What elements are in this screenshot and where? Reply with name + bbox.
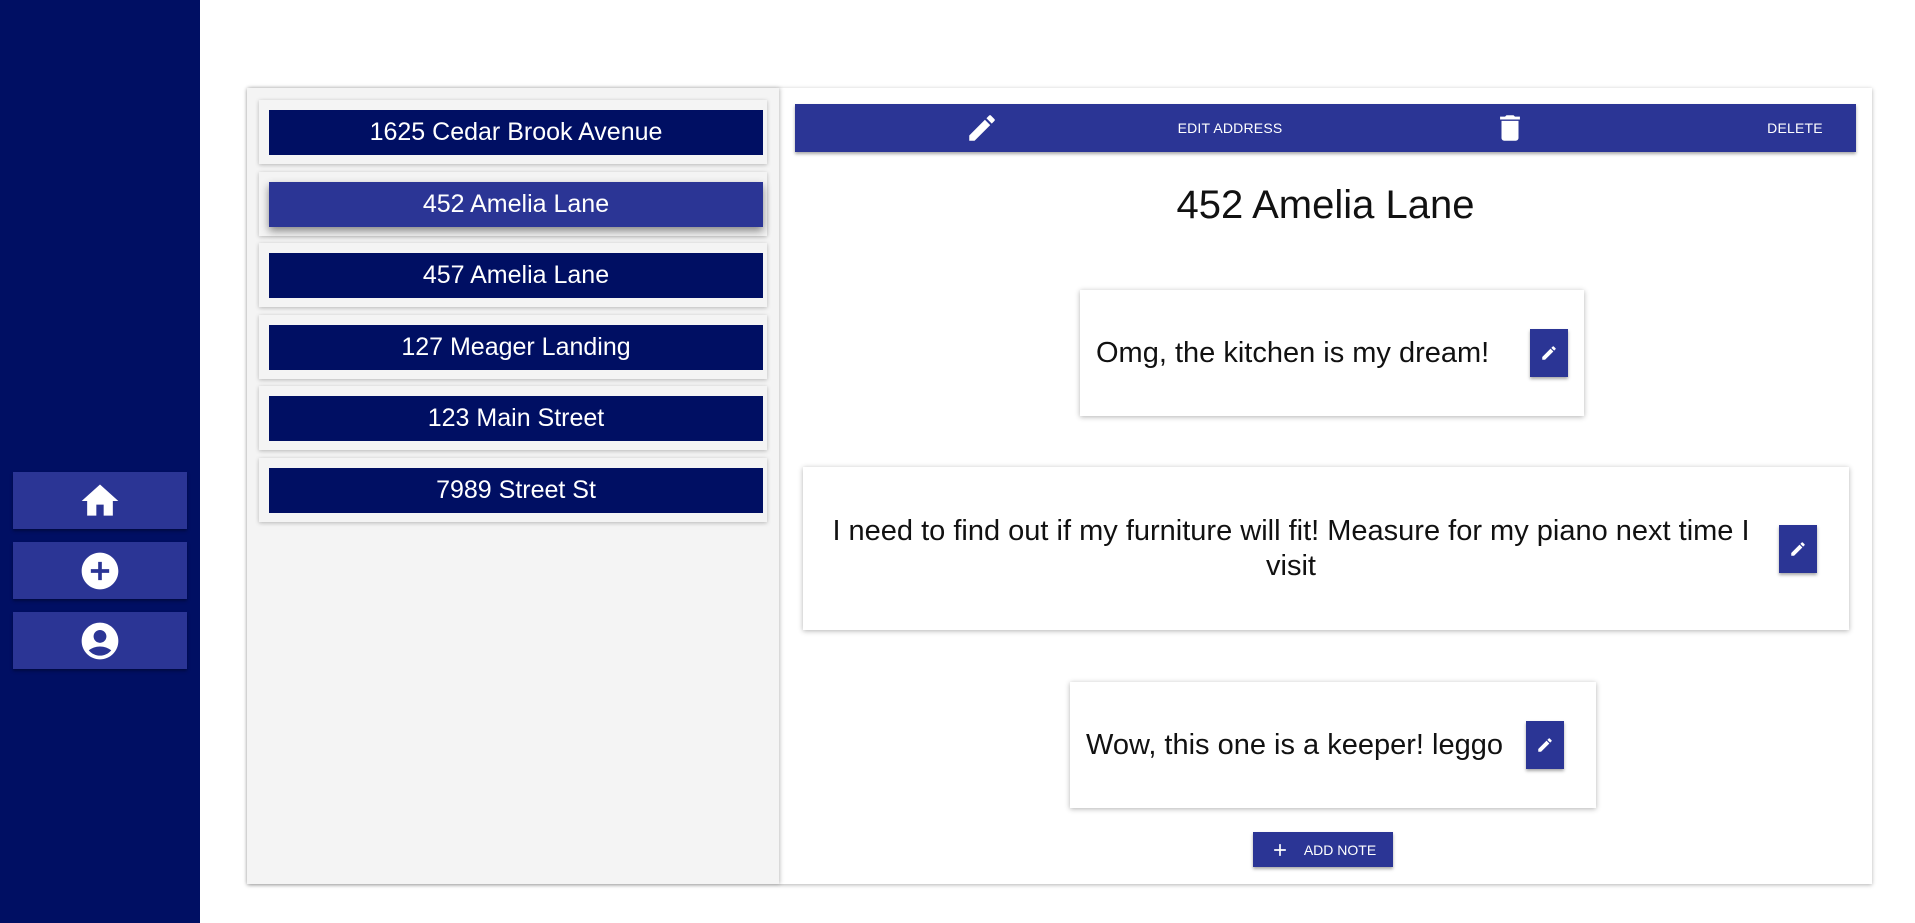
address-button[interactable]: 123 Main Street [269, 396, 763, 441]
edit-note-button[interactable] [1526, 721, 1564, 769]
note-text: I need to find out if my furniture will … [832, 514, 1750, 582]
edit-address-label: EDIT ADDRESS [1177, 120, 1283, 136]
list-item: 7989 Street St [259, 458, 767, 522]
add-note-label: ADD NOTE [1303, 841, 1377, 858]
pencil-icon [1542, 346, 1556, 360]
note-card: Wow, this one is a keeper! leggo [1070, 682, 1596, 808]
pencil-icon [1791, 541, 1805, 556]
note-card: I need to find out if my furniture will … [803, 467, 1849, 630]
list-item: 1625 Cedar Brook Avenue [259, 100, 767, 164]
list-item: 123 Main Street [259, 386, 767, 450]
pencil-icon [1538, 738, 1552, 752]
edit-note-button[interactable] [1779, 524, 1817, 573]
add-address-button[interactable] [13, 542, 187, 599]
pencil-icon [969, 115, 995, 141]
home-icon [81, 484, 119, 516]
delete-label: DELETE [1767, 120, 1823, 136]
add-circle-icon [81, 552, 119, 589]
address-button-selected[interactable]: 452 Amelia Lane [269, 182, 763, 227]
main-card: 1625 Cedar Brook Avenue 452 Amelia Lane … [247, 88, 1872, 884]
note-card: Omg, the kitchen is my dream! [1080, 290, 1584, 416]
page-title: 452 Amelia Lane [1176, 183, 1475, 227]
account-button[interactable] [13, 612, 187, 669]
address-list: 1625 Cedar Brook Avenue 452 Amelia Lane … [247, 88, 779, 884]
detail-toolbar: EDIT ADDRESS DELETE [795, 104, 1856, 152]
delete-button[interactable]: DELETE [1755, 104, 1835, 152]
address-detail: EDIT ADDRESS DELETE 452 Amelia Lane Omg,… [795, 88, 1872, 884]
address-button[interactable]: 127 Meager Landing [269, 325, 763, 370]
note-text: Omg, the kitchen is my dream! [1096, 336, 1490, 369]
list-item: 452 Amelia Lane [259, 172, 767, 236]
list-item: 457 Amelia Lane [259, 243, 767, 307]
address-button[interactable]: 457 Amelia Lane [269, 253, 763, 298]
list-item: 127 Meager Landing [259, 315, 767, 379]
trash-icon [1500, 115, 1520, 141]
edit-address-button[interactable]: EDIT ADDRESS [1165, 104, 1295, 152]
sidebar [0, 0, 200, 923]
account-circle-icon [81, 622, 119, 659]
edit-address-icon-button[interactable] [957, 104, 1007, 152]
home-button[interactable] [13, 472, 187, 529]
note-text: Wow, this one is a keeper! leggo [1086, 728, 1503, 761]
delete-icon-button[interactable] [1485, 104, 1535, 152]
address-button[interactable]: 7989 Street St [269, 468, 763, 513]
add-note-button[interactable]: ADD NOTE [1253, 832, 1393, 867]
edit-note-button[interactable] [1530, 329, 1568, 377]
address-button[interactable]: 1625 Cedar Brook Avenue [269, 110, 763, 155]
plus-icon [1273, 843, 1286, 856]
